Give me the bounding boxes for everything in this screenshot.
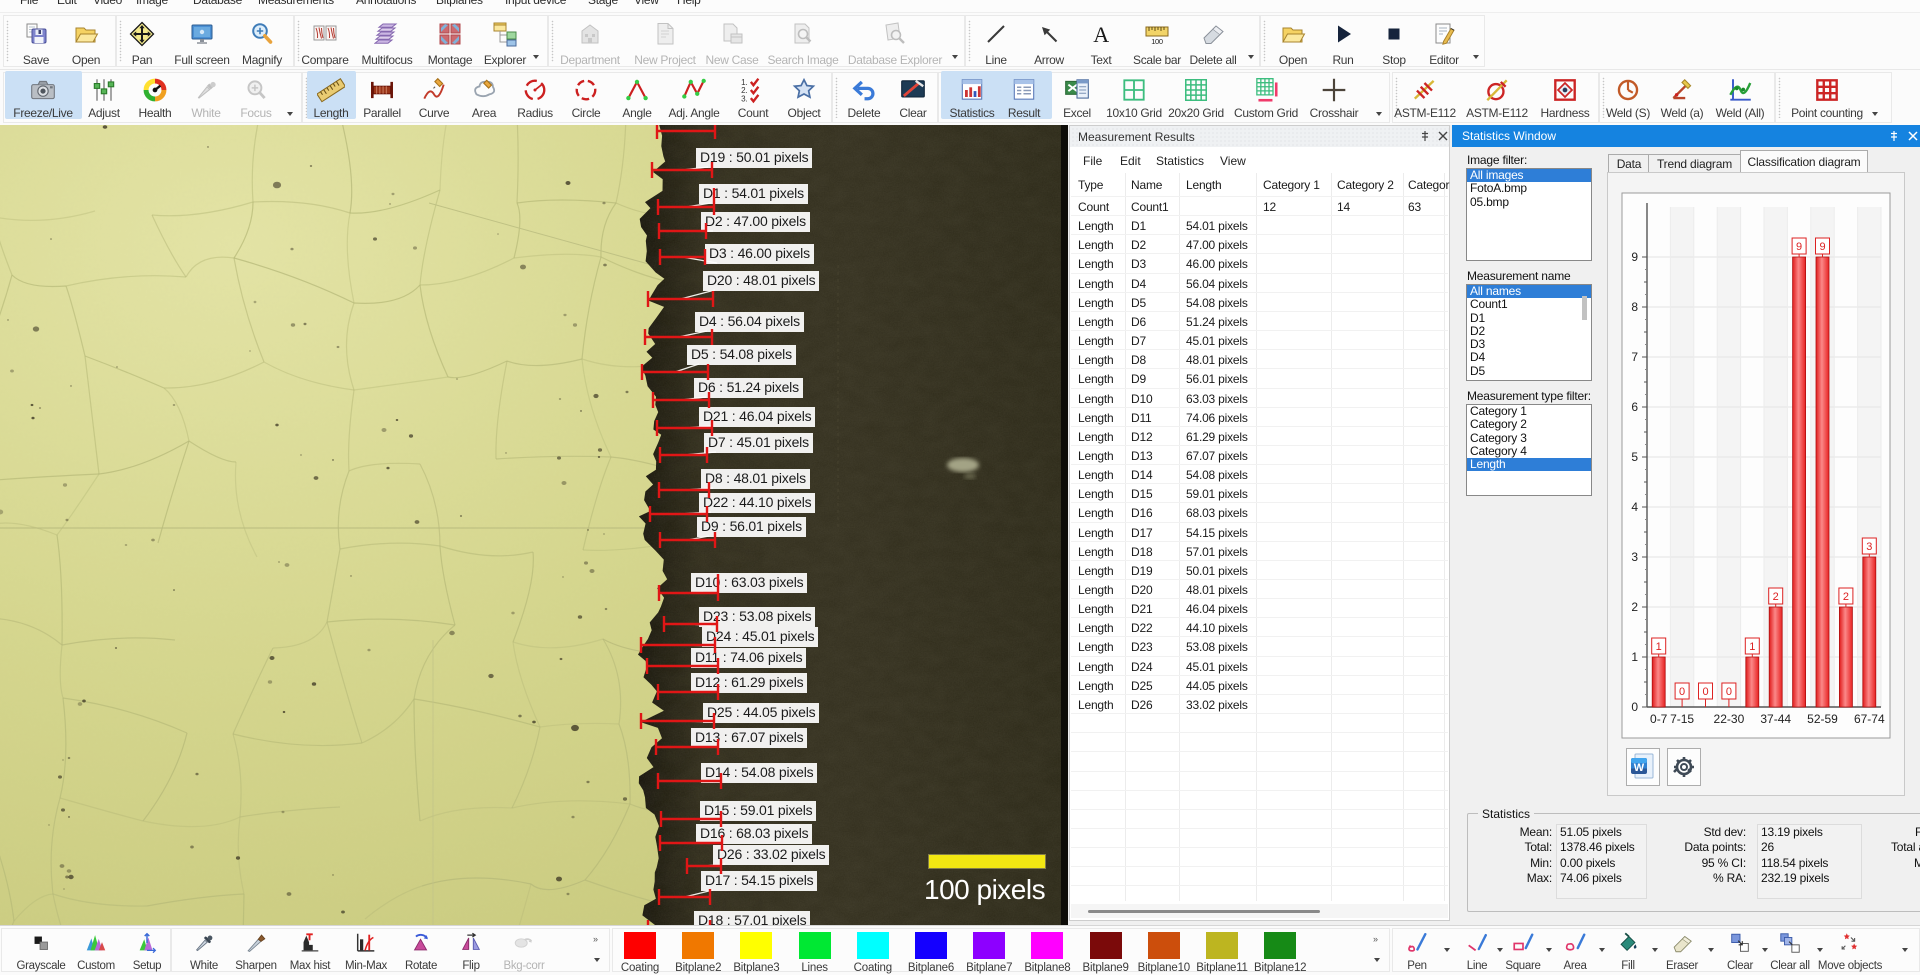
svg-text:W: W (1634, 762, 1645, 774)
svg-text:0-7: 0-7 (1650, 712, 1668, 726)
svg-text:7-15: 7-15 (1670, 712, 1694, 726)
svg-text:0: 0 (1726, 686, 1732, 698)
svg-text:37-44: 37-44 (1760, 712, 1791, 726)
svg-text:52-59: 52-59 (1807, 712, 1838, 726)
svg-text:3: 3 (1631, 550, 1638, 564)
svg-text:2: 2 (1773, 591, 1779, 603)
svg-text:2: 2 (1843, 591, 1849, 603)
svg-text:0: 0 (1631, 700, 1638, 714)
svg-text:4: 4 (1631, 500, 1638, 514)
svg-text:8: 8 (1631, 300, 1638, 314)
svg-text:7: 7 (1631, 350, 1638, 364)
svg-text:67-74: 67-74 (1854, 712, 1885, 726)
svg-text:9: 9 (1796, 241, 1802, 253)
svg-text:6: 6 (1631, 400, 1638, 414)
svg-text:1: 1 (1656, 641, 1662, 653)
svg-text:3: 3 (1866, 541, 1872, 553)
svg-text:2: 2 (1631, 600, 1638, 614)
svg-text:9: 9 (1631, 250, 1638, 264)
svg-text:A: A (1093, 22, 1109, 47)
svg-text:22-30: 22-30 (1714, 712, 1745, 726)
svg-text:3.: 3. (741, 94, 747, 103)
svg-text:0: 0 (1679, 686, 1685, 698)
svg-text:100: 100 (1151, 37, 1163, 46)
svg-text:0: 0 (1702, 686, 1708, 698)
svg-text:9: 9 (1819, 241, 1825, 253)
svg-text:5: 5 (1631, 450, 1638, 464)
svg-text:1: 1 (1749, 641, 1755, 653)
svg-text:1: 1 (1631, 650, 1638, 664)
